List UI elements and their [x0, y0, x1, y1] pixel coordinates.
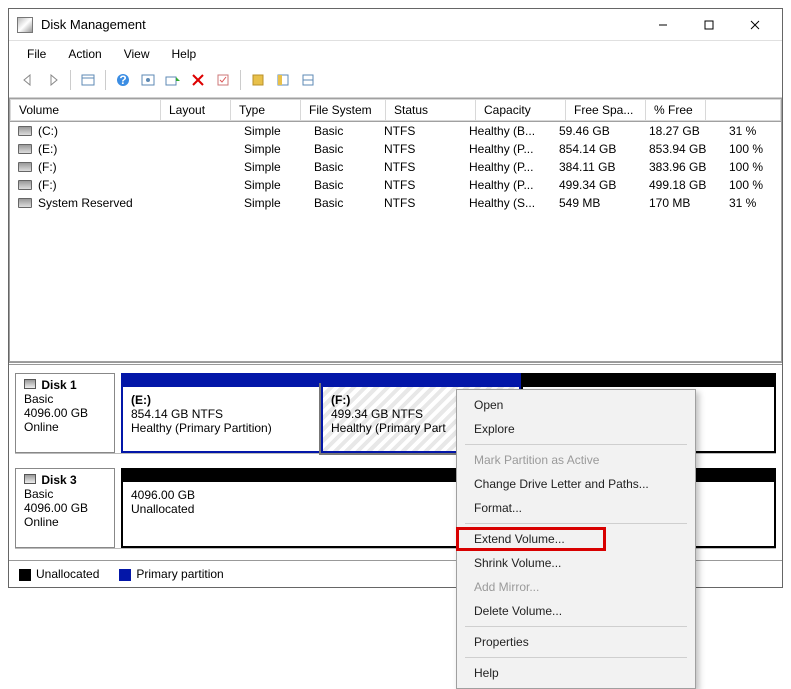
col-type[interactable]: Type: [231, 100, 301, 121]
volume-icon: [18, 198, 32, 208]
back-button[interactable]: [17, 69, 39, 91]
disk1-label[interactable]: Disk 1 Basic 4096.00 GB Online: [15, 373, 115, 453]
disk3-label[interactable]: Disk 3 Basic 4096.00 GB Online: [15, 468, 115, 548]
help-button[interactable]: ?: [112, 69, 134, 91]
disk3-type: Basic: [24, 487, 53, 501]
col-empty: [706, 100, 781, 121]
table-row[interactable]: (F:)SimpleBasicNTFSHealthy (P...499.34 G…: [10, 176, 781, 194]
ctx-extend-volume[interactable]: Extend Volume...: [460, 527, 692, 551]
col-layout[interactable]: Layout: [161, 100, 231, 121]
col-pct[interactable]: % Free: [646, 100, 706, 121]
menu-view[interactable]: View: [114, 45, 160, 63]
toolbar: ?: [9, 67, 782, 98]
show-hide-console-tree-button[interactable]: [77, 69, 99, 91]
legend-primary: Primary partition: [119, 567, 223, 581]
menu-help[interactable]: Help: [162, 45, 207, 63]
disk1-size: 4096.00 GB: [24, 406, 88, 420]
close-button[interactable]: [732, 11, 778, 39]
ctx-mark-active: Mark Partition as Active: [460, 448, 692, 472]
volume-name: System Reserved: [38, 196, 133, 210]
col-status[interactable]: Status: [386, 100, 476, 121]
volume-name: (C:): [38, 124, 58, 138]
ctx-open[interactable]: Open: [460, 393, 692, 417]
part-e-name: (E:): [131, 393, 151, 407]
disk1-type: Basic: [24, 392, 53, 406]
menubar: File Action View Help: [9, 41, 782, 67]
col-fs[interactable]: File System: [301, 100, 386, 121]
table-row[interactable]: (E:)SimpleBasicNTFSHealthy (P...854.14 G…: [10, 140, 781, 158]
unalloc-size: 4096.00 GB: [131, 488, 195, 502]
disk3-title: Disk 3: [41, 473, 76, 487]
volume-name: (E:): [38, 142, 57, 156]
ctx-delete-volume[interactable]: Delete Volume...: [460, 599, 692, 623]
disk3-state: Online: [24, 515, 59, 529]
part-e-status: Healthy (Primary Partition): [131, 421, 272, 435]
ctx-shrink-volume[interactable]: Shrink Volume...: [460, 551, 692, 575]
disk1-title: Disk 1: [41, 378, 76, 392]
list-view-icon[interactable]: [247, 69, 269, 91]
column-headers[interactable]: Volume Layout Type File System Status Ca…: [11, 100, 781, 121]
col-free[interactable]: Free Spa...: [566, 100, 646, 121]
toolbar-separator: [70, 70, 71, 90]
disk-icon: [24, 474, 36, 484]
disk3-size: 4096.00 GB: [24, 501, 88, 515]
ctx-format[interactable]: Format...: [460, 496, 692, 520]
disk-icon: [24, 379, 36, 389]
part-f-name: (F:): [331, 393, 350, 407]
part-f-status: Healthy (Primary Part: [331, 421, 446, 435]
table-row[interactable]: (F:)SimpleBasicNTFSHealthy (P...384.11 G…: [10, 158, 781, 176]
part-f-size: 499.34 GB NTFS: [331, 407, 423, 421]
volume-name: (F:): [38, 160, 57, 174]
volume-icon: [18, 144, 32, 154]
unalloc-label: Unallocated: [131, 502, 194, 516]
partition-e[interactable]: (E:) 854.14 GB NTFS Healthy (Primary Par…: [121, 385, 321, 453]
context-menu: Open Explore Mark Partition as Active Ch…: [456, 389, 696, 689]
menu-action[interactable]: Action: [58, 45, 111, 63]
minimize-button[interactable]: [640, 11, 686, 39]
forward-button[interactable]: [42, 69, 64, 91]
volume-name: (F:): [38, 178, 57, 192]
col-capacity[interactable]: Capacity: [476, 100, 566, 121]
check-icon[interactable]: [212, 69, 234, 91]
table-row[interactable]: (C:)SimpleBasicNTFSHealthy (B...59.46 GB…: [10, 122, 781, 140]
volume-icon: [18, 162, 32, 172]
toolbar-separator: [240, 70, 241, 90]
titlebar: Disk Management: [9, 9, 782, 41]
svg-text:?: ?: [119, 73, 126, 87]
ctx-change-drive-letter[interactable]: Change Drive Letter and Paths...: [460, 472, 692, 496]
volume-icon: [18, 126, 32, 136]
window-title: Disk Management: [41, 17, 640, 32]
toolbar-separator: [105, 70, 106, 90]
volume-icon: [18, 180, 32, 190]
part-e-size: 854.14 GB NTFS: [131, 407, 223, 421]
disk-management-window: Disk Management File Action View Help ? …: [8, 8, 783, 588]
actions-button[interactable]: [162, 69, 184, 91]
detail-view-icon[interactable]: [272, 69, 294, 91]
table-row[interactable]: System ReservedSimpleBasicNTFSHealthy (S…: [10, 194, 781, 212]
graphical-view-icon[interactable]: [297, 69, 319, 91]
ctx-properties[interactable]: Properties: [460, 630, 692, 654]
volume-list[interactable]: Volume Layout Type File System Status Ca…: [9, 98, 782, 362]
legend-unallocated: Unallocated: [19, 567, 99, 581]
col-volume[interactable]: Volume: [11, 100, 161, 121]
maximize-button[interactable]: [686, 11, 732, 39]
ctx-explore[interactable]: Explore: [460, 417, 692, 441]
menu-file[interactable]: File: [17, 45, 56, 63]
settings-button[interactable]: [137, 69, 159, 91]
ctx-help[interactable]: Help: [460, 661, 692, 685]
app-icon: [17, 17, 33, 33]
delete-icon[interactable]: [187, 69, 209, 91]
ctx-add-mirror: Add Mirror...: [460, 575, 692, 599]
disk1-state: Online: [24, 420, 59, 434]
